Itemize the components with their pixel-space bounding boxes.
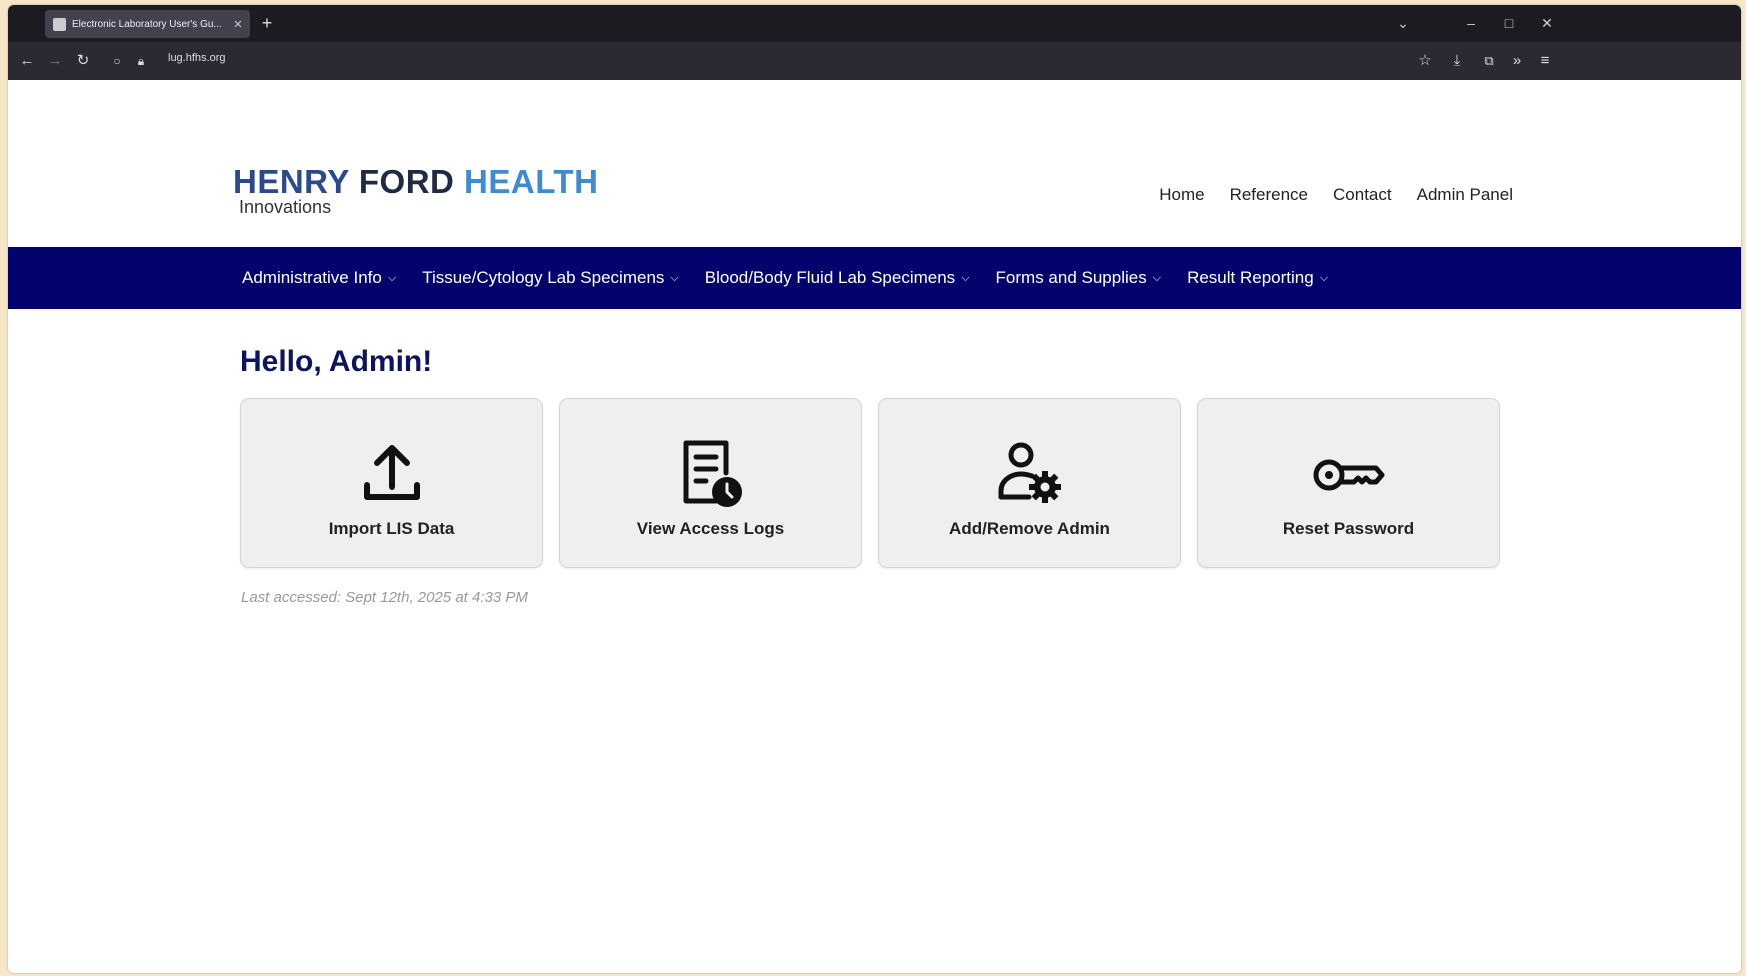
tab-close-icon[interactable]: ✕: [230, 18, 246, 31]
card-label: Import LIS Data: [328, 519, 455, 538]
page-content: HENRY FORD HEALTH Innovations Home Refer…: [8, 80, 1741, 973]
henry-ford-health-logo[interactable]: HENRY FORD HEALTH Innovations: [233, 165, 598, 218]
extensions-icon[interactable]: ⧉: [1476, 49, 1502, 73]
shield-icon[interactable]: ○: [104, 49, 130, 73]
nav-reference-link[interactable]: Reference: [1230, 185, 1308, 205]
nav-home-link[interactable]: Home: [1159, 185, 1204, 205]
overflow-chevrons-icon[interactable]: »: [1504, 49, 1530, 73]
tab-bar: Electronic Laboratory User's Gu... ✕ + ⌄…: [8, 5, 1741, 42]
admin-actions: Import LIS Data View Access Logs Add/Rem…: [240, 398, 1500, 568]
nav-contact-link[interactable]: Contact: [1333, 185, 1392, 205]
url-bar[interactable]: lug.hfhs.org: [168, 52, 225, 64]
logo-wordmark: HENRY FORD HEALTH: [233, 165, 598, 199]
maximize-icon[interactable]: □: [1494, 11, 1524, 35]
menu-result-reporting[interactable]: Result Reporting ⌵: [1187, 268, 1328, 288]
back-icon[interactable]: ←: [14, 49, 40, 73]
chevron-down-icon: ⌵: [387, 271, 397, 284]
card-label: Add/Remove Admin: [949, 519, 1110, 538]
nav-admin-panel-link[interactable]: Admin Panel: [1417, 185, 1513, 205]
chevron-down-icon: ⌵: [670, 271, 679, 284]
browser-tab[interactable]: Electronic Laboratory User's Gu... ✕: [45, 10, 250, 38]
chevron-down-icon: ⌵: [961, 271, 970, 284]
menu-forms-supplies[interactable]: Forms and Supplies ⌵: [996, 268, 1162, 288]
card-label: Reset Password: [1282, 519, 1415, 538]
lock-icon: 🔒︎: [137, 54, 145, 68]
card-label: View Access Logs: [636, 519, 785, 538]
app-menu-icon[interactable]: ≡: [1532, 49, 1558, 73]
minimize-icon[interactable]: –: [1456, 11, 1486, 35]
menu-tissue-cytology[interactable]: Tissue/Cytology Lab Specimens ⌵: [422, 268, 679, 288]
view-access-logs-button[interactable]: View Access Logs: [559, 398, 862, 568]
chevron-down-icon: ⌵: [1319, 271, 1329, 284]
browser-toolbar: ← → ↻ ○ 🔒︎ lug.hfhs.org ☆ ⤓ ⧉ » ≡: [8, 42, 1741, 80]
favicon-icon: [53, 17, 66, 31]
import-lis-data-button[interactable]: Import LIS Data: [240, 398, 543, 568]
download-icon[interactable]: ⤓: [1444, 49, 1470, 73]
menu-blood-body-fluid[interactable]: Blood/Body Fluid Lab Specimens ⌵: [705, 268, 970, 288]
last-accessed-text: Last accessed: Sept 12th, 2025 at 4:33 P…: [241, 589, 528, 606]
menu-label: Blood/Body Fluid Lab Specimens: [704, 268, 956, 287]
logo-health: HEALTH: [464, 163, 599, 200]
menu-administrative-info[interactable]: Administrative Info ⌵: [242, 268, 396, 288]
logo-ford: FORD: [358, 163, 455, 200]
upload-icon: [363, 445, 420, 500]
logo-henry: HENRY: [233, 163, 350, 200]
menu-label: Result Reporting: [1187, 268, 1314, 287]
list-tabs-icon[interactable]: ⌄: [1388, 11, 1418, 35]
top-nav: Home Reference Contact Admin Panel: [1159, 185, 1513, 205]
close-window-icon[interactable]: ✕: [1532, 11, 1562, 35]
reset-password-button[interactable]: Reset Password: [1197, 398, 1500, 568]
bookmark-star-icon[interactable]: ☆: [1412, 49, 1438, 73]
chevron-down-icon: ⌵: [1152, 271, 1162, 284]
reload-icon[interactable]: ↻: [70, 49, 96, 73]
tab-title: Electronic Laboratory User's Gu...: [72, 18, 222, 30]
menu-label: Forms and Supplies: [995, 268, 1147, 287]
page-title: Hello, Admin!: [240, 345, 433, 378]
browser-window: Electronic Laboratory User's Gu... ✕ + ⌄…: [8, 5, 1741, 973]
forward-icon[interactable]: →: [42, 49, 68, 73]
logo-subtitle: Innovations: [239, 197, 332, 217]
document-clock-icon: [683, 440, 742, 507]
key-icon: [1313, 459, 1384, 491]
new-tab-button[interactable]: +: [256, 11, 278, 35]
user-gear-icon: [998, 442, 1061, 503]
add-remove-admin-button[interactable]: Add/Remove Admin: [878, 398, 1181, 568]
menu-label: Tissue/Cytology Lab Specimens: [422, 268, 665, 287]
menu-label: Administrative Info: [242, 268, 382, 287]
main-nav-bar: Administrative Info ⌵ Tissue/Cytology La…: [8, 247, 1741, 309]
